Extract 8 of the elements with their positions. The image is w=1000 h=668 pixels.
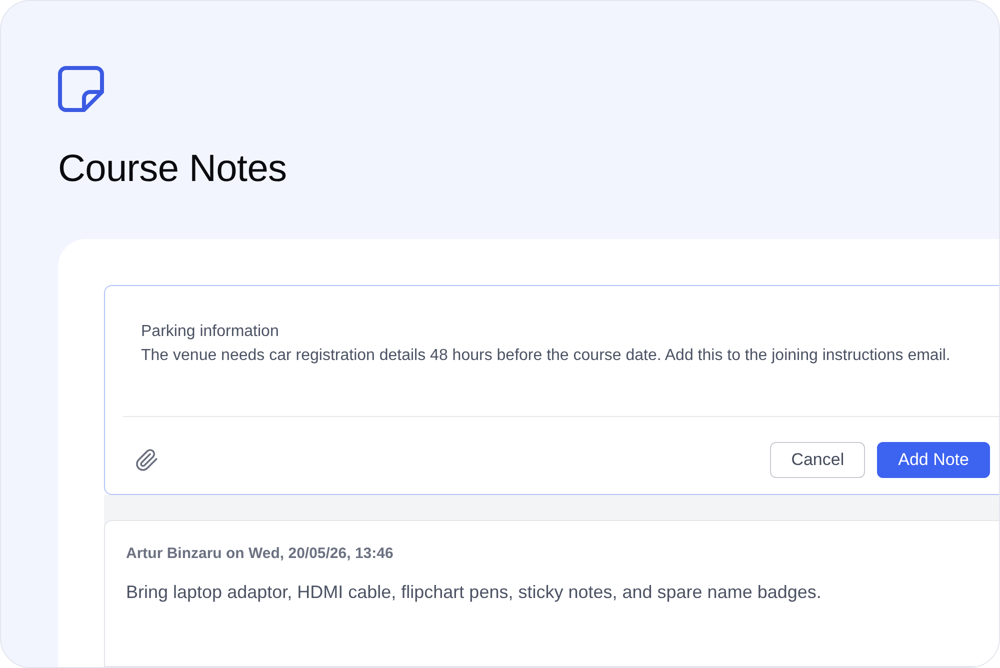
- cancel-button[interactable]: Cancel: [770, 442, 866, 478]
- add-note-button[interactable]: Add Note: [877, 442, 990, 478]
- note-input-field[interactable]: Parking information The venue needs car registration details 48 hours before the course date. Add this to the joining instructions email. Cancel Add Note: [104, 285, 999, 495]
- page-title: Course Notes: [58, 147, 288, 191]
- sticky-note-icon: [58, 66, 104, 112]
- note-meta: Artur Binzaru on Wed, 20/05/26, 13:46: [126, 545, 394, 562]
- note-text: Bring laptop adaptor, HDMI cable, flipchart pens, sticky notes, and spare name badges.: [126, 582, 822, 603]
- paperclip-icon[interactable]: [135, 448, 159, 472]
